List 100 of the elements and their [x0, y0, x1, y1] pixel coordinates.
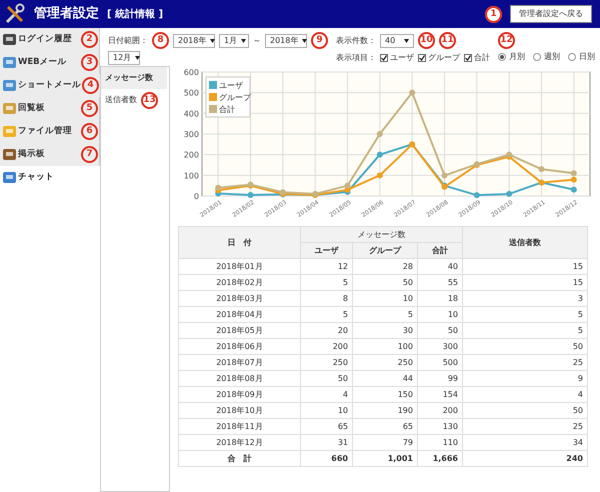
- table-cell: 2018年11月: [178, 418, 300, 434]
- y-tick-label: 100: [184, 171, 199, 180]
- back-button[interactable]: 管理者設定へ戻る: [510, 5, 592, 23]
- checkbox[interactable]: [418, 54, 426, 62]
- point: [570, 186, 577, 193]
- table-cell: 2018年09月: [178, 386, 300, 402]
- table-cell: 99: [418, 370, 462, 386]
- table-cell: 4: [462, 386, 588, 402]
- legend-label: ユーザ: [219, 81, 243, 90]
- dropdown[interactable]: 40: [380, 34, 414, 48]
- point: [376, 131, 383, 137]
- table-cell: 2018年07月: [178, 354, 300, 370]
- dropdown[interactable]: 2018年: [265, 34, 307, 48]
- sidebar-item[interactable]: ログイン履歴: [0, 28, 81, 50]
- callout-number: 10: [418, 32, 435, 49]
- table-cell: 30: [352, 322, 418, 338]
- legend-label: グループ: [219, 93, 251, 102]
- menu-icon: [3, 102, 16, 114]
- table-cell: 5: [462, 306, 588, 322]
- point: [570, 176, 577, 183]
- caret-icon: [210, 38, 216, 42]
- range-separator: ～: [253, 34, 261, 46]
- table-cell: 5: [300, 274, 352, 290]
- table-cell: 10: [352, 290, 418, 306]
- caret-icon: [302, 38, 308, 42]
- page-title: 管理者設定: [34, 4, 99, 24]
- point: [442, 172, 448, 179]
- menu-icon: [3, 172, 16, 182]
- table-cell: 15: [462, 258, 588, 274]
- table-cell: 15: [462, 274, 588, 290]
- column-header: メッセージ数: [300, 226, 462, 242]
- checkbox[interactable]: [380, 54, 388, 62]
- table-cell: 44: [352, 370, 418, 386]
- table-cell: 150: [352, 386, 418, 402]
- checkbox-label: ユーザ: [390, 52, 414, 64]
- callout-number: 3: [81, 54, 98, 70]
- sidebar-item[interactable]: 掲示板: [0, 142, 81, 166]
- radio-button[interactable]: [568, 53, 576, 61]
- caret-icon: [135, 56, 140, 60]
- table-cell: 100: [352, 338, 418, 354]
- caret-icon: [404, 38, 409, 42]
- callout-number: 7: [81, 146, 98, 162]
- total-cell: 660: [300, 450, 352, 466]
- date-range-label: 日付範囲：: [108, 34, 148, 46]
- menu-icon: [3, 126, 16, 136]
- legend-background: [206, 76, 250, 118]
- legend-label: 合計: [219, 105, 235, 114]
- table-cell: 5: [300, 306, 352, 322]
- table-cell: 5: [462, 322, 588, 338]
- y-tick-label: 0: [194, 192, 199, 201]
- table-cell: 2018年12月: [178, 434, 300, 450]
- checkbox-label: 合計: [474, 52, 490, 64]
- table-cell: 9: [462, 370, 588, 386]
- checkbox[interactable]: [464, 54, 472, 62]
- point: [376, 152, 383, 158]
- table-cell: 50: [300, 370, 352, 386]
- sidebar-item[interactable]: ファイル管理: [0, 120, 81, 142]
- table-cell: 250: [300, 354, 352, 370]
- total-cell: 240: [462, 450, 588, 466]
- table-cell: 50: [462, 402, 588, 418]
- total-cell: 合 計: [178, 450, 300, 466]
- callout-number: 1: [485, 6, 502, 22]
- radio-label: 月別: [509, 51, 525, 63]
- menu-icon: [3, 56, 16, 68]
- sidebar-item[interactable]: WEBメール: [0, 50, 81, 74]
- y-tick-label: 200: [184, 150, 199, 160]
- dropdown[interactable]: 12月: [108, 51, 140, 65]
- point: [376, 172, 383, 178]
- point: [248, 192, 254, 198]
- table-cell: 200: [418, 402, 462, 418]
- sidebar-item[interactable]: 回覧板: [0, 96, 81, 120]
- count-label: 表示件数：: [336, 34, 376, 46]
- column-header: 日 付: [178, 226, 300, 258]
- sub-tab[interactable]: メッセージ数: [101, 67, 167, 89]
- table-cell: 34: [462, 434, 588, 450]
- table-cell: 200: [300, 338, 352, 354]
- table-cell: 5: [352, 306, 418, 322]
- sidebar-item[interactable]: チャット: [0, 166, 100, 188]
- y-tick-label: 500: [184, 88, 199, 98]
- dropdown[interactable]: 1月: [219, 34, 249, 48]
- table-cell: 2018年08月: [178, 370, 300, 386]
- sidebar-item[interactable]: ショートメール: [0, 74, 82, 96]
- menu-icon: [3, 34, 16, 44]
- callout-number: 8: [152, 32, 169, 49]
- table-cell: 130: [418, 418, 462, 434]
- y-tick-label: 300: [184, 130, 199, 139]
- dropdown[interactable]: 2018年: [173, 34, 215, 48]
- page-subtitle: [ 統計情報 ]: [107, 8, 164, 22]
- point: [215, 184, 222, 191]
- table-cell: 50: [462, 338, 588, 354]
- radio-button[interactable]: [498, 53, 506, 61]
- point: [506, 190, 512, 197]
- radio-button[interactable]: [533, 53, 541, 61]
- menu-icon: [3, 148, 16, 160]
- table-cell: 18: [418, 290, 462, 306]
- table-cell: 31: [300, 434, 352, 450]
- radio-label: 日別: [579, 51, 595, 63]
- point: [409, 90, 416, 96]
- point: [538, 166, 544, 172]
- table-cell: 40: [418, 258, 462, 274]
